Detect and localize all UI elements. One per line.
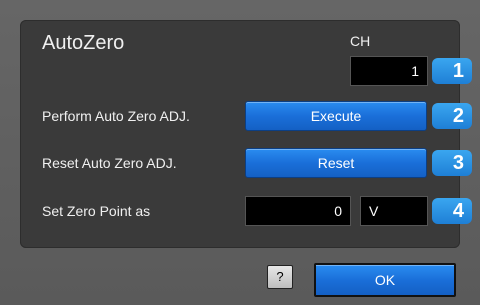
step-1-tag: 1 [432,58,472,84]
step-2-tag: 2 [432,103,472,129]
dialog-title: AutoZero [42,32,125,54]
zero-point-unit-field[interactable]: V [360,196,428,226]
autozero-dialog: AutoZero CH 1 1 Perform Auto Zero ADJ. E… [0,0,480,305]
channel-label: CH [350,33,371,49]
reset-button[interactable]: Reset [245,148,427,178]
execute-button[interactable]: Execute [245,101,427,131]
ok-button[interactable]: OK [314,263,456,297]
step-4-tag: 4 [432,198,472,224]
reset-auto-zero-label: Reset Auto Zero ADJ. [42,155,177,171]
step-3-tag: 3 [432,150,472,176]
channel-field[interactable]: 1 [350,56,428,86]
help-button[interactable]: ? [267,265,293,289]
set-zero-point-label: Set Zero Point as [42,203,151,219]
zero-point-value-field[interactable]: 0 [245,196,351,226]
perform-auto-zero-label: Perform Auto Zero ADJ. [42,108,190,124]
